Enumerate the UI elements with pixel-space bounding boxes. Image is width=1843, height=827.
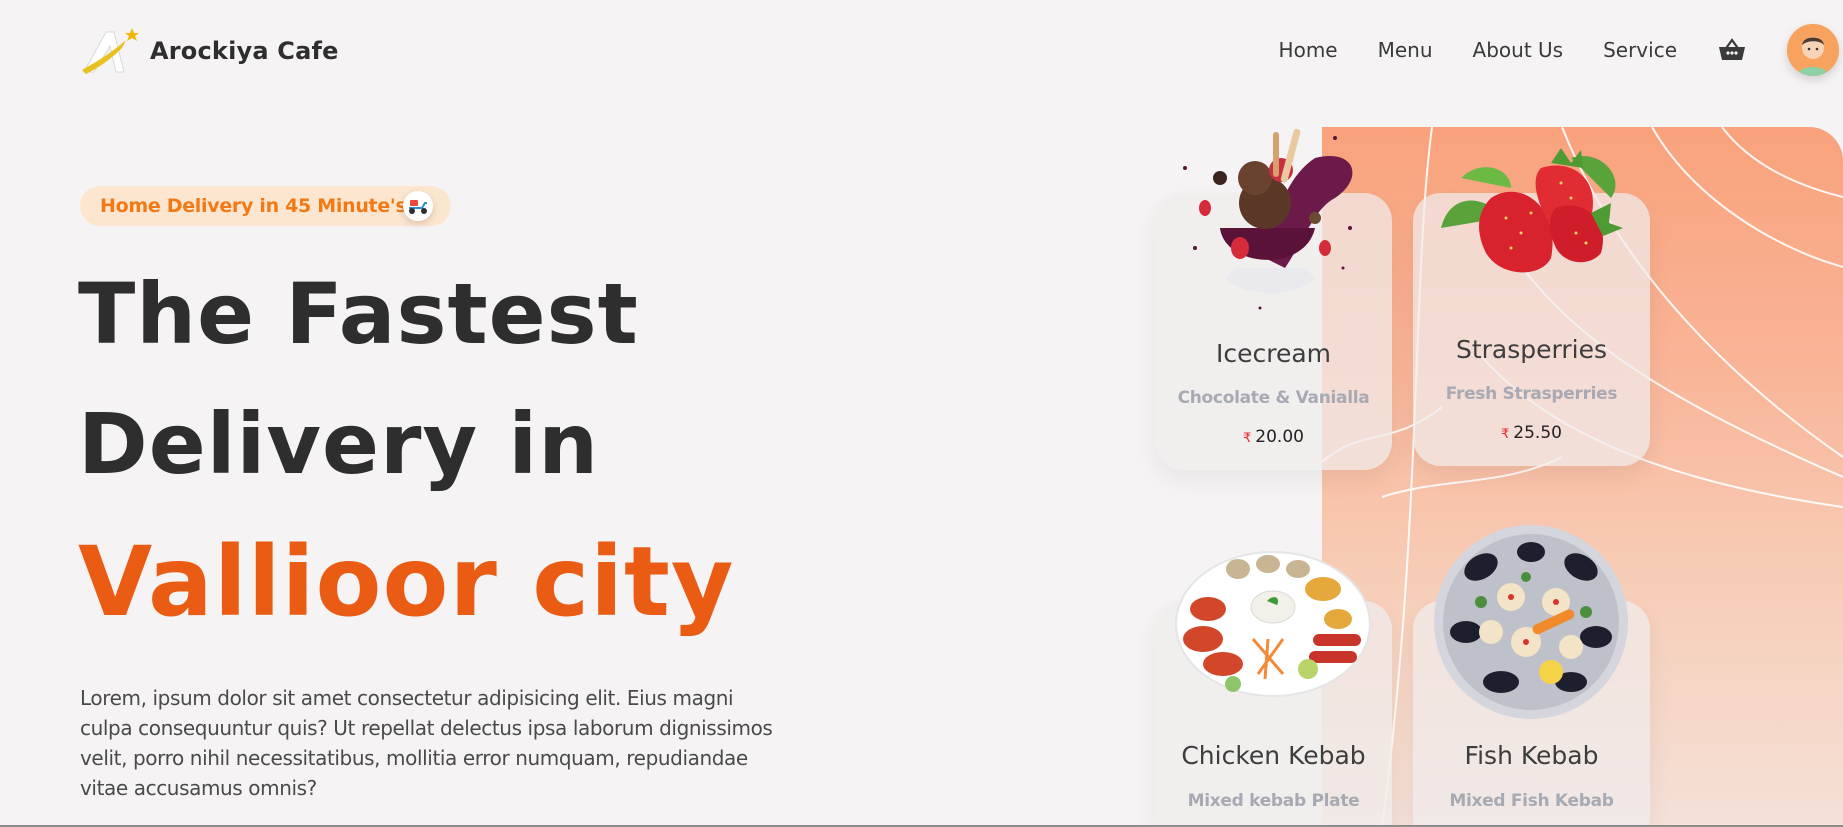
card-price: ₹25.50 xyxy=(1413,423,1650,443)
icecream-image xyxy=(1183,128,1353,310)
card-price-value: 25.50 xyxy=(1513,423,1562,443)
brand-logo-icon xyxy=(82,28,139,74)
user-avatar[interactable] xyxy=(1787,24,1839,76)
strawberries-image xyxy=(1441,148,1623,273)
brand-name: Arockiya Cafe xyxy=(150,37,339,65)
basket-icon xyxy=(1719,38,1745,60)
nav-menu[interactable]: Menu xyxy=(1378,38,1433,62)
card-subtitle: Chocolate & Vanialla xyxy=(1177,388,1370,408)
card-subtitle: Fresh Strasperries xyxy=(1445,384,1618,404)
delivery-badge-text: Home Delivery in 45 Minute's xyxy=(100,195,407,217)
currency-symbol: ₹ xyxy=(1243,431,1252,446)
main-nav: Home Menu About Us Service xyxy=(1279,0,1843,100)
currency-symbol: ₹ xyxy=(1501,427,1510,442)
hero-title-line-2: Delivery in xyxy=(78,395,600,493)
delivery-badge: Home Delivery in 45 Minute's xyxy=(80,186,451,226)
card-subtitle: Mixed Fish Kebab xyxy=(1449,791,1614,811)
delivery-scooter-icon xyxy=(403,191,433,221)
fish-kebab-image xyxy=(1434,525,1628,719)
header: Arockiya Cafe Home Menu About Us Service xyxy=(0,0,1843,100)
hero-title-line-3: Vallioor city xyxy=(78,526,735,638)
card-name: Icecream xyxy=(1215,339,1332,368)
card-name: Strasperries xyxy=(1455,335,1607,364)
nav-service[interactable]: Service xyxy=(1603,38,1677,62)
menu-card-icecream[interactable]: Icecream Chocolate & Vanialla ₹20.00 xyxy=(1155,128,1392,470)
hero-description: Lorem, ipsum dolor sit amet consectetur … xyxy=(80,686,773,800)
hero-title-line-1: The Fastest xyxy=(78,265,639,363)
card-subtitle: Mixed kebab Plate xyxy=(1187,791,1360,811)
nav-home[interactable]: Home xyxy=(1279,38,1338,62)
menu-card-strasperries[interactable]: Strasperries Fresh Strasperries ₹25.50 xyxy=(1413,148,1650,466)
menu-card-fish-kebab[interactable]: Fish Kebab Mixed Fish Kebab xyxy=(1413,525,1650,827)
card-price: ₹20.00 xyxy=(1155,427,1392,447)
card-name: Chicken Kebab xyxy=(1181,741,1366,770)
menu-card-chicken-kebab[interactable]: Chicken Kebab Mixed kebab Plate xyxy=(1155,551,1392,827)
cart-button[interactable] xyxy=(1717,35,1747,65)
brand[interactable]: Arockiya Cafe xyxy=(80,26,339,76)
card-name: Fish Kebab xyxy=(1464,741,1599,770)
chicken-kebab-image xyxy=(1175,551,1371,697)
card-price-value: 20.00 xyxy=(1255,427,1304,447)
nav-about-us[interactable]: About Us xyxy=(1473,38,1564,62)
avatar-icon xyxy=(1787,24,1839,76)
